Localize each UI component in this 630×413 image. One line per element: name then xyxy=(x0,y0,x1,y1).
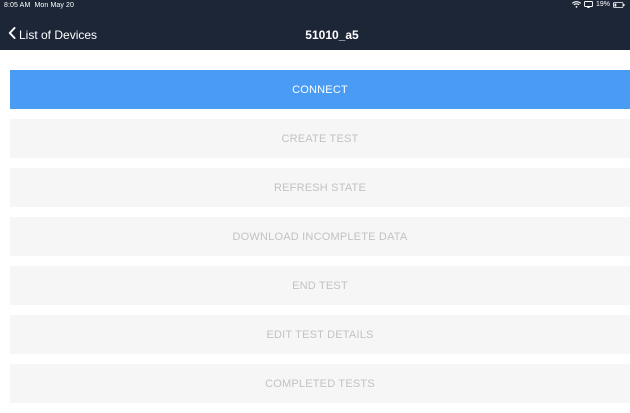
status-time: 8:05 AM xyxy=(4,2,31,9)
end-test-button[interactable]: END TEST xyxy=(10,266,630,305)
status-bar-indicators: 19% xyxy=(571,1,625,8)
wifi-icon xyxy=(571,1,581,8)
status-date: Mon May 20 xyxy=(34,2,75,9)
create-test-button[interactable]: CREATE TEST xyxy=(10,119,630,158)
battery-icon xyxy=(613,1,625,8)
download-incomplete-data-button[interactable]: DOWNLOAD INCOMPLETE DATA xyxy=(10,217,630,256)
connect-button[interactable]: CONNECT xyxy=(10,70,630,109)
navigation-bar: 8:05 AM Mon May 20 19% List of Devices 5… xyxy=(0,0,630,50)
page-title: 51010_a5 xyxy=(305,28,359,42)
refresh-state-button[interactable]: REFRESH STATE xyxy=(10,168,630,207)
action-list: CONNECT CREATE TEST REFRESH STATE DOWNLO… xyxy=(10,70,630,413)
screen-mirroring-icon xyxy=(584,1,593,8)
completed-tests-button[interactable]: COMPLETED TESTS xyxy=(10,364,630,403)
status-bar-time: 8:05 AM Mon May 20 xyxy=(4,2,74,9)
battery-percentage: 19% xyxy=(595,1,610,8)
edit-test-details-button[interactable]: EDIT TEST DETAILS xyxy=(10,315,630,354)
